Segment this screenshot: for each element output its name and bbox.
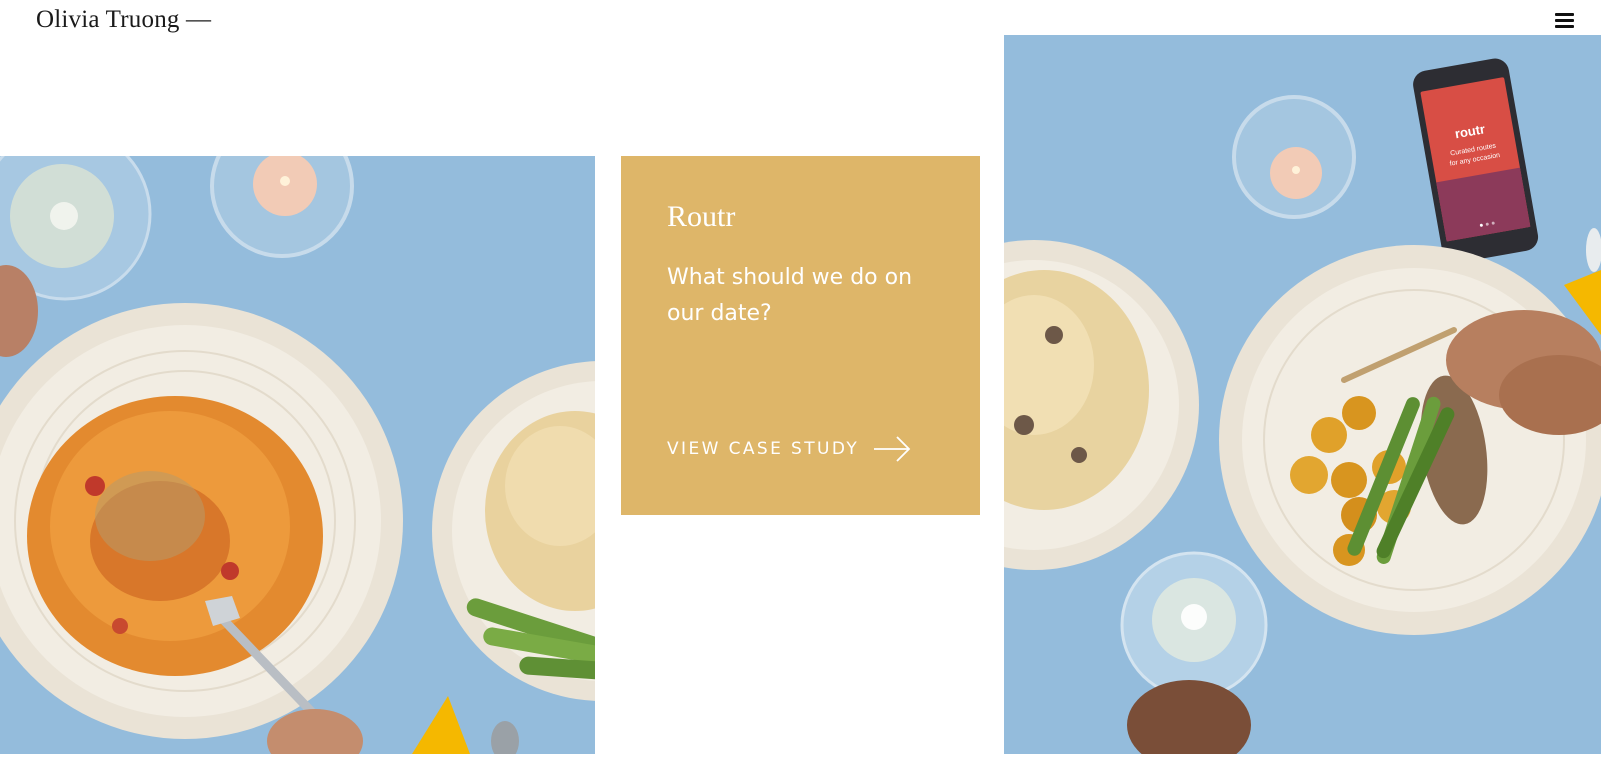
steak-dinner-photo: routr Curated routes for any occasion <box>1004 35 1601 754</box>
menu-bar <box>1555 19 1574 22</box>
view-case-study-link[interactable]: VIEW CASE STUDY <box>667 434 911 464</box>
arrow-right-icon <box>874 436 911 462</box>
pasta-dinner-photo <box>0 156 595 754</box>
menu-bar <box>1555 25 1574 28</box>
hamburger-menu-icon[interactable] <box>1555 13 1574 29</box>
site-logo[interactable]: Olivia Truong — <box>36 6 211 34</box>
view-case-study-label: VIEW CASE STUDY <box>667 439 860 459</box>
project-title: Routr <box>667 200 736 233</box>
project-card-routr: Routr What should we do on our date? VIE… <box>621 156 980 515</box>
menu-bar <box>1555 13 1574 16</box>
project-description: What should we do on our date? <box>667 265 913 326</box>
